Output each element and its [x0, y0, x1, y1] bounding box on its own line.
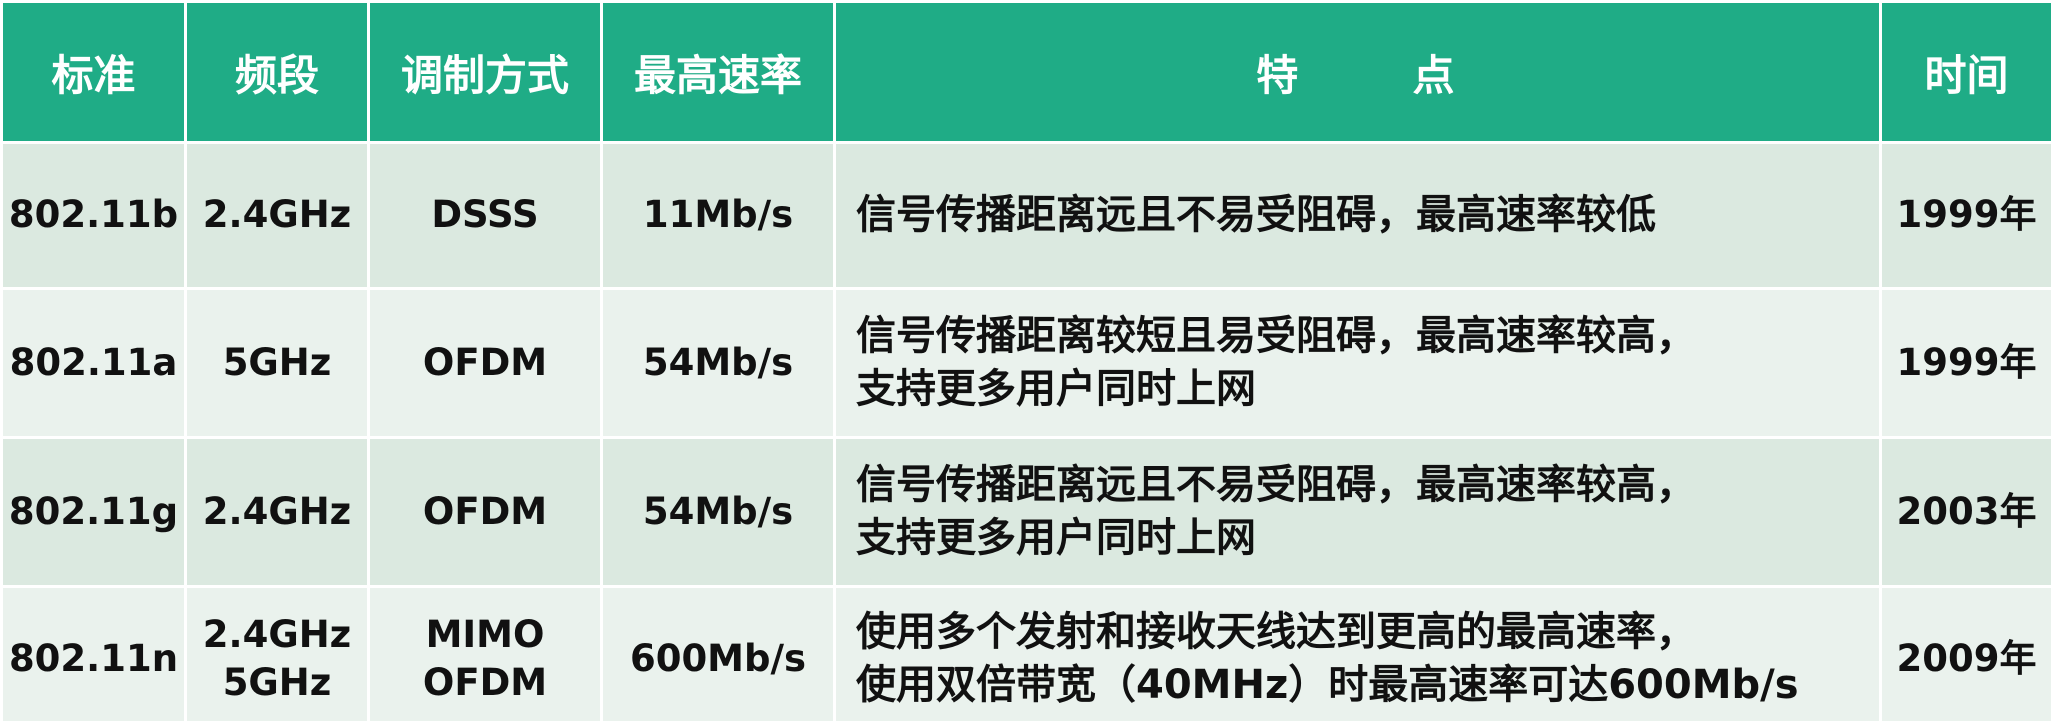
header-standard: 标准 [0, 0, 187, 144]
cell-feature-line: 使用双倍带宽（40MHz）时最高速率可达600Mb/s [856, 662, 1799, 708]
cell-feature: 信号传播距离远且不易受阻碍，最高速率较低 [833, 141, 1882, 290]
cell-modulation-line: DSSS [431, 193, 539, 237]
cell-time: 1999年 [1879, 141, 2051, 290]
cell-band-line: 5GHz [222, 661, 332, 704]
header-modulation: 调制方式 [367, 0, 603, 144]
cell-band-line: 2.4GHz [202, 612, 352, 656]
cell-modulation: MIMO OFDM [367, 585, 603, 721]
cell-modulation: DSSS [367, 141, 603, 290]
cell-modulation-line: OFDM [422, 340, 548, 384]
cell-time: 2003年 [1879, 436, 2051, 588]
cell-standard: 802.11a [0, 287, 187, 439]
cell-band-line: 2.4GHz [202, 193, 352, 237]
header-band: 频段 [184, 0, 370, 144]
cell-modulation-line: OFDM [422, 489, 548, 533]
cell-band-line: 2.4GHz [202, 489, 352, 533]
cell-band-line: 5GHz [222, 340, 332, 384]
header-feature: 特点 [833, 0, 1882, 144]
table-row: 802.11a 5GHz OFDM 54Mb/s 信号传播距离较短且易受阻碍，最… [0, 287, 2051, 439]
cell-band: 2.4GHz [184, 436, 370, 588]
table-row: 802.11g 2.4GHz OFDM 54Mb/s 信号传播距离远且不易受阻碍… [0, 436, 2051, 588]
table-row: 802.11b 2.4GHz DSSS 11Mb/s 信号传播距离远且不易受阻碍… [0, 141, 2051, 290]
cell-feature-line: 信号传播距离远且不易受阻碍，最高速率较高， [856, 462, 1696, 509]
header-feature-part-1: 特 [1256, 50, 1303, 100]
cell-max-rate: 54Mb/s [600, 287, 836, 439]
cell-feature-line: 支持更多用户同时上网 [856, 515, 1256, 561]
cell-max-rate: 11Mb/s [600, 141, 836, 290]
header-max-rate: 最高速率 [600, 0, 836, 144]
cell-band: 2.4GHz [184, 141, 370, 290]
table-row: 802.11n 2.4GHz 5GHz MIMO OFDM 600Mb/s 使用多个… [0, 585, 2051, 721]
header-time: 时间 [1879, 0, 2051, 144]
cell-max-rate: 54Mb/s [600, 436, 836, 588]
cell-feature-line: 信号传播距离远且不易受阻碍，最高速率较低 [856, 192, 1656, 239]
cell-standard: 802.11g [0, 436, 187, 588]
cell-feature-line: 信号传播距离较短且易受阻碍，最高速率较高， [856, 313, 1696, 360]
cell-feature-line: 支持更多用户同时上网 [856, 366, 1256, 412]
cell-modulation-line: MIMO [425, 612, 545, 656]
cell-max-rate: 600Mb/s [600, 585, 836, 721]
cell-feature: 使用多个发射和接收天线达到更高的最高速率， 使用双倍带宽（40MHz）时最高速率可… [833, 585, 1882, 721]
cell-modulation-line: OFDM [422, 661, 548, 704]
cell-standard: 802.11n [0, 585, 187, 721]
cell-feature: 信号传播距离远且不易受阻碍，最高速率较高， 支持更多用户同时上网 [833, 436, 1882, 588]
cell-modulation: OFDM [367, 287, 603, 439]
cell-band: 5GHz [184, 287, 370, 439]
wifi-standards-table: 标准 频段 调制方式 最高速率 特点 时间 802.11b 2.4GHz DSS… [0, 0, 2051, 721]
cell-band: 2.4GHz 5GHz [184, 585, 370, 721]
cell-standard: 802.11b [0, 141, 187, 290]
header-row: 标准 频段 调制方式 最高速率 特点 时间 [0, 0, 2051, 144]
cell-feature: 信号传播距离较短且易受阻碍，最高速率较高， 支持更多用户同时上网 [833, 287, 1882, 439]
cell-modulation: OFDM [367, 436, 603, 588]
cell-time: 1999年 [1879, 287, 2051, 439]
header-feature-part-2: 点 [1412, 50, 1459, 100]
cell-feature-line: 使用多个发射和接收天线达到更高的最高速率， [856, 609, 1696, 656]
cell-time: 2009年 [1879, 585, 2051, 721]
